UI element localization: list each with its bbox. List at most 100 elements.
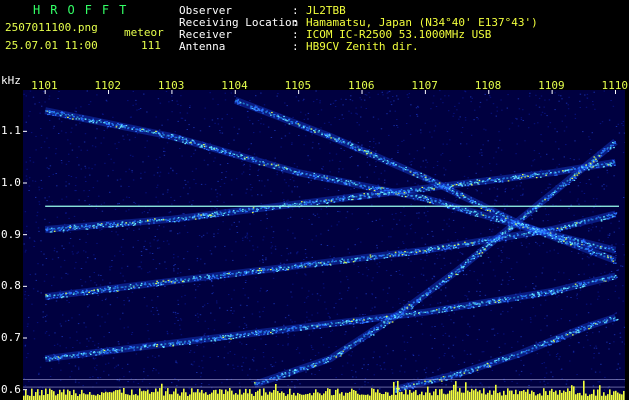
trace-dot <box>307 176 310 179</box>
noise-dot <box>622 285 624 287</box>
noise-dot <box>437 302 439 304</box>
trace-dot <box>543 295 546 297</box>
noise-dot <box>104 299 107 301</box>
noise-dot <box>429 191 432 193</box>
noise-dot <box>359 176 361 178</box>
noise-dot <box>303 301 306 303</box>
noise-dot <box>454 336 457 338</box>
noise-dot <box>251 195 253 197</box>
noise-dot <box>326 213 328 215</box>
trace-dot <box>106 121 108 123</box>
noise-dot <box>151 355 154 357</box>
trace-dot <box>388 191 391 194</box>
noise-dot <box>288 314 290 316</box>
noise-dot <box>265 290 268 292</box>
noise-dot <box>48 176 50 177</box>
noise-dot <box>151 253 154 254</box>
trace-dot <box>368 336 371 338</box>
trace-dot <box>566 228 568 230</box>
trace-dot <box>429 198 432 200</box>
trace-dot <box>429 291 431 294</box>
trace-dot <box>256 209 259 211</box>
noise-dot <box>453 312 455 314</box>
noise-dot <box>48 95 51 97</box>
trace-dot <box>498 302 500 304</box>
noise-dot <box>597 291 599 293</box>
trace-dot <box>449 248 452 250</box>
noise-dot <box>518 374 521 376</box>
trace-dot <box>389 318 392 320</box>
trace-dot <box>577 239 579 241</box>
trace-dot <box>525 297 528 299</box>
trace-dot <box>255 382 258 384</box>
noise-dot <box>515 370 517 372</box>
header-panel: HROFFT 2507011100.png meteor 25.07.01 11… <box>0 0 629 76</box>
noise-dot <box>436 257 439 259</box>
noise-dot <box>231 250 233 252</box>
noise-dot <box>25 121 27 123</box>
trace-dot <box>156 220 158 222</box>
noise-dot <box>614 313 616 315</box>
noise-dot <box>371 293 373 295</box>
trace-dot <box>374 186 377 189</box>
trace-dot <box>365 188 368 191</box>
trace-dot <box>441 281 443 283</box>
trace-dot <box>303 325 306 327</box>
noise-dot <box>210 280 213 282</box>
noise-dot <box>350 188 352 190</box>
trace-dot <box>476 181 478 184</box>
trace-dot <box>167 279 170 281</box>
noise-dot <box>69 231 72 233</box>
noise-dot <box>439 302 442 304</box>
noise-dot <box>599 284 601 286</box>
noise-dot <box>272 357 274 358</box>
trace-dot <box>103 289 105 291</box>
trace-dot <box>86 226 88 228</box>
noise-dot <box>504 209 506 210</box>
noise-dot <box>371 384 374 386</box>
trace-dot <box>407 316 409 318</box>
noise-dot <box>470 385 473 387</box>
noise-dot <box>241 237 244 239</box>
noise-dot <box>204 183 207 185</box>
noise-dot <box>36 211 39 213</box>
trace-dot <box>94 292 96 294</box>
trace-dot <box>48 110 51 112</box>
trace-dot <box>67 113 70 115</box>
noise-dot <box>533 123 536 125</box>
noise-dot <box>88 340 90 342</box>
noise-dot <box>29 90 32 92</box>
trace-dot <box>467 259 469 261</box>
trace-dot <box>133 286 136 289</box>
noise-dot <box>270 226 273 228</box>
noise-dot <box>97 377 99 379</box>
trace-dot <box>208 277 211 279</box>
noise-dot <box>322 271 324 273</box>
noise-dot <box>592 263 595 265</box>
trace-dot <box>220 151 223 153</box>
noise-dot <box>122 254 124 256</box>
noise-dot <box>83 220 85 222</box>
noise-dot <box>286 247 288 249</box>
noise-dot <box>291 321 293 323</box>
noise-dot <box>350 95 352 97</box>
trace-dot <box>469 307 471 309</box>
noise-dot <box>534 315 537 317</box>
noise-dot <box>367 269 370 271</box>
trace-dot <box>519 178 521 180</box>
trace-dot <box>46 229 48 232</box>
trace-dot <box>199 146 201 148</box>
noise-dot <box>260 92 262 94</box>
noise-dot <box>563 130 566 132</box>
noise-dot <box>467 334 469 336</box>
noise-dot <box>123 376 125 378</box>
trace-dot <box>354 260 356 262</box>
noise-dot <box>261 180 263 182</box>
trace-dot <box>239 334 242 336</box>
noise-dot <box>260 287 262 289</box>
trace-dot <box>612 215 614 217</box>
noise-dot <box>217 180 219 182</box>
noise-dot <box>239 341 241 343</box>
noise-dot <box>601 227 603 229</box>
trace-dot <box>448 244 450 246</box>
